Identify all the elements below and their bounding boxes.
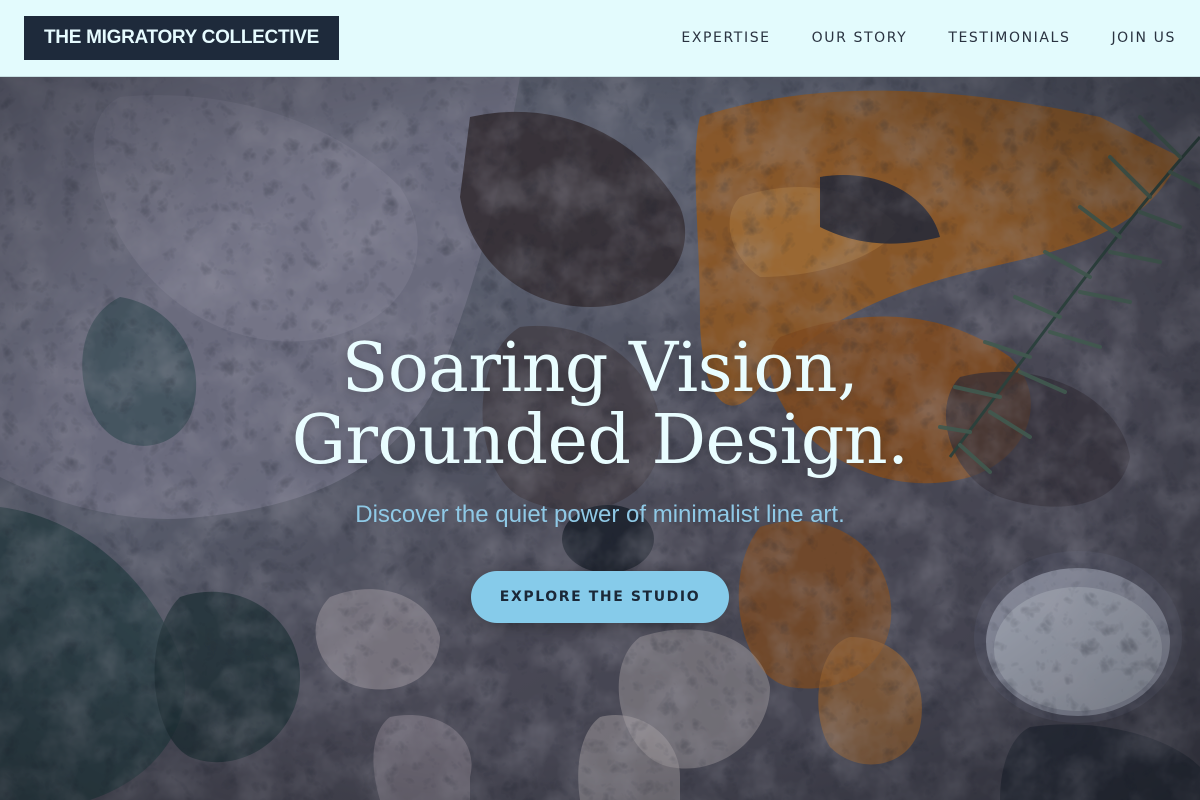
hero-content: Soaring Vision, Grounded Design. Discove… <box>0 77 1200 800</box>
site-header: THE MIGRATORY COLLECTIVE EXPERTISE OUR S… <box>0 0 1200 77</box>
main-nav: EXPERTISE OUR STORY TESTIMONIALS JOIN US <box>640 0 1176 76</box>
hero-headline: Soaring Vision, Grounded Design. <box>0 333 1200 477</box>
hero-section: Soaring Vision, Grounded Design. Discove… <box>0 77 1200 800</box>
hero-headline-line1: Soaring Vision, <box>341 329 859 408</box>
explore-studio-button[interactable]: EXPLORE THE STUDIO <box>471 571 729 623</box>
nav-join-us[interactable]: JOIN US <box>1111 30 1176 46</box>
landing-page: THE MIGRATORY COLLECTIVE EXPERTISE OUR S… <box>0 0 1200 800</box>
hero-headline-line2: Grounded Design. <box>291 401 909 480</box>
site-logo[interactable]: THE MIGRATORY COLLECTIVE <box>24 16 339 60</box>
nav-expertise[interactable]: EXPERTISE <box>681 30 770 46</box>
hero-subheadline: Discover the quiet power of minimalist l… <box>355 501 845 528</box>
nav-testimonials[interactable]: TESTIMONIALS <box>948 30 1070 46</box>
nav-our-story[interactable]: OUR STORY <box>812 30 908 46</box>
